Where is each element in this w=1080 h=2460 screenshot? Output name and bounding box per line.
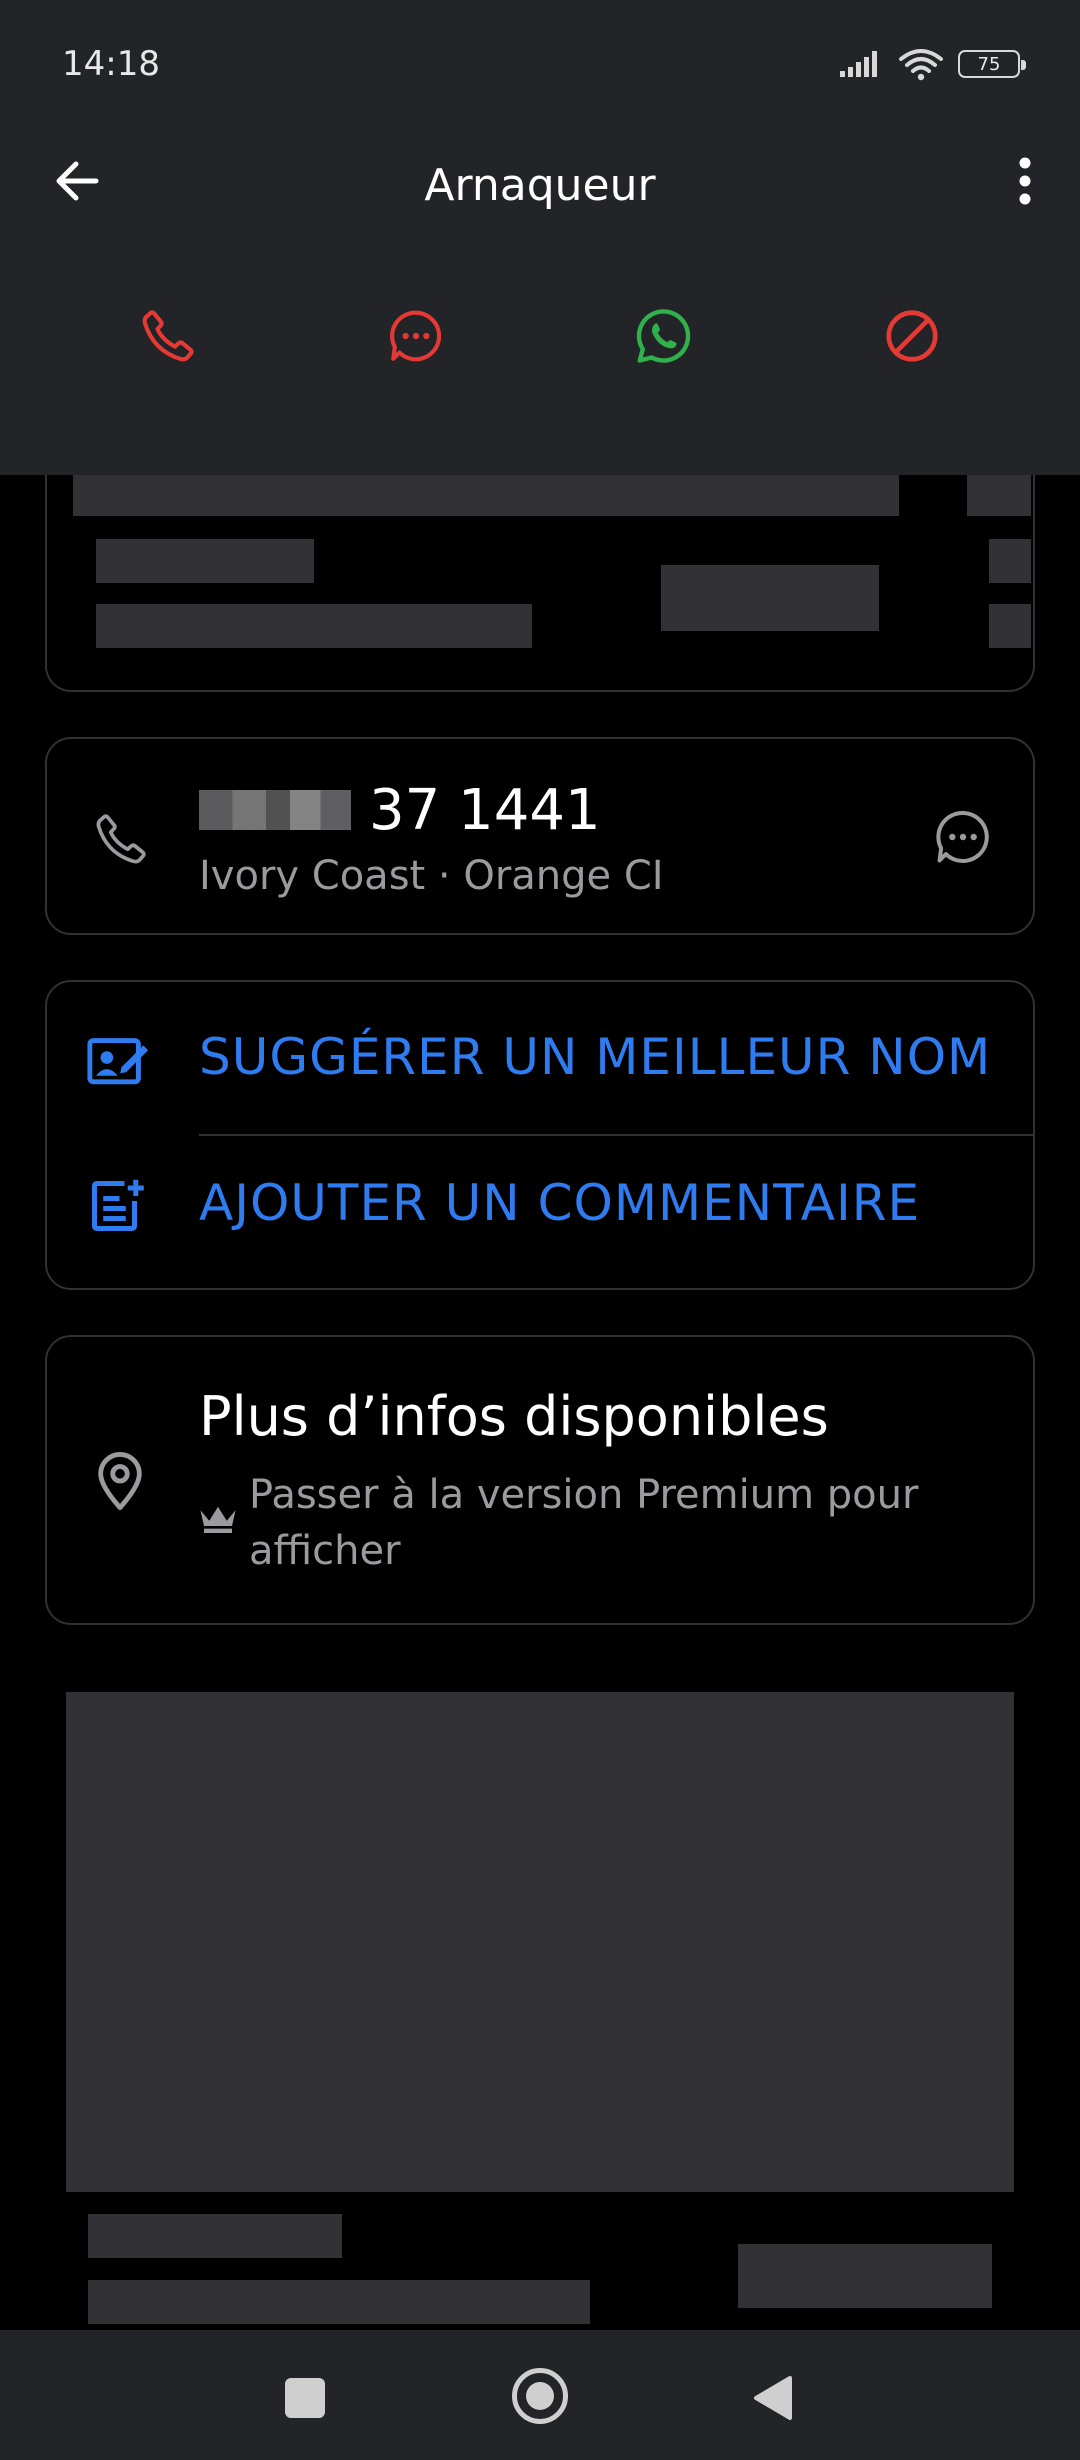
carrier-info: Ivory Coast · Orange CI (199, 853, 664, 899)
back-nav-icon[interactable] (752, 2374, 794, 2422)
phone-icon (96, 814, 146, 864)
redacted-number-prefix (199, 790, 351, 830)
battery-level: 75 (977, 53, 1001, 75)
signal-icon (840, 51, 877, 77)
location-pin-icon (98, 1452, 142, 1510)
redacted-block (989, 539, 1031, 583)
block-button[interactable] (874, 298, 950, 374)
recents-icon[interactable] (285, 2378, 325, 2418)
crown-icon (200, 1506, 236, 1533)
phone-card[interactable]: 37 1441 Ivory Coast · Orange CI (45, 737, 1035, 935)
message-icon (390, 310, 442, 362)
status-bar: 14:18 75 (0, 0, 1080, 130)
message-button[interactable] (378, 298, 454, 374)
call-button[interactable] (130, 298, 206, 374)
add-comment-button[interactable]: AJOUTER UN COMMENTAIRE (47, 1136, 1033, 1288)
phone-number-text: 37 1441 (369, 777, 601, 843)
app-bar-bottom (0, 430, 1080, 475)
system-nav-bar (0, 2330, 1080, 2460)
suggest-name-label: SUGGÉRER UN MEILLEUR NOM (199, 1028, 992, 1086)
suggest-name-button[interactable]: SUGGÉRER UN MEILLEUR NOM (47, 982, 1033, 1134)
redacted-image (66, 1692, 1014, 2192)
actions-card: SUGGÉRER UN MEILLEUR NOM AJOUTER UN COMM… (45, 980, 1035, 1290)
home-icon[interactable] (512, 2368, 568, 2424)
page-title: Arnaqueur (424, 160, 656, 211)
info-title: Plus d’infos disponibles (199, 1385, 829, 1448)
redacted-block (738, 2244, 992, 2308)
quick-actions (0, 298, 1080, 374)
more-options-button[interactable] (1000, 150, 1050, 212)
whatsapp-icon (636, 309, 691, 363)
add-comment-label: AJOUTER UN COMMENTAIRE (199, 1174, 921, 1232)
redacted-block (661, 565, 879, 631)
more-vert-icon (1019, 157, 1031, 205)
info-subtitle: Passer à la version Premium pour affiche… (249, 1472, 919, 1574)
block-icon (886, 310, 938, 362)
whatsapp-button[interactable] (626, 298, 702, 374)
battery-icon: 75 (958, 50, 1026, 78)
edit-contact-icon (87, 1038, 149, 1085)
wifi-icon (899, 49, 943, 81)
add-note-icon (92, 1179, 144, 1231)
redacted-block (88, 2214, 342, 2258)
phone-number: 37 1441 (199, 775, 601, 845)
redacted-block (989, 604, 1031, 648)
status-icons: 75 (838, 44, 1026, 84)
redacted-block (96, 604, 532, 648)
redacted-block (96, 539, 314, 583)
redacted-block (88, 2280, 590, 2324)
premium-info-card[interactable]: Plus d’infos disponibles Passer à la ver… (45, 1335, 1035, 1625)
phone-icon (142, 310, 194, 362)
chat-bubble-icon[interactable] (931, 805, 995, 869)
status-time: 14:18 (62, 44, 160, 84)
